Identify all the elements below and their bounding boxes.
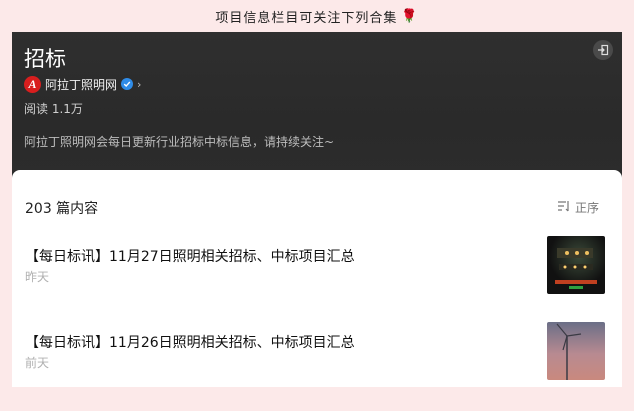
rose-icon: 🌹 bbox=[401, 8, 419, 24]
article-thumbnail bbox=[547, 236, 605, 294]
collection-description: 阿拉丁照明网会每日更新行业招标中标信息，请持续关注~ bbox=[24, 135, 335, 149]
article-date: 前天 bbox=[25, 356, 50, 370]
list-item[interactable]: 【每日标讯】11月27日照明相关招标、中标项目汇总 昨天 bbox=[12, 230, 622, 294]
exit-icon bbox=[597, 41, 609, 60]
collection-banner: 项目信息栏目可关注下列合集 🌹 bbox=[0, 0, 634, 32]
collection-header: 招标 A 阿拉丁照明网 › 阅读 1.1万 阿拉丁照明网会每日更新行业招标中标信… bbox=[12, 32, 622, 182]
article-list: 203 篇内容 正序 【每日标讯】11月27日照明相关招标、中标项目汇总 昨天 bbox=[12, 170, 622, 387]
article-count: 203 篇内容 bbox=[25, 201, 99, 217]
sort-icon bbox=[557, 200, 571, 215]
chevron-right-icon: › bbox=[137, 77, 142, 91]
article-thumbnail bbox=[547, 322, 605, 380]
verified-icon bbox=[121, 78, 134, 90]
sort-label: 正序 bbox=[575, 201, 600, 215]
exit-button[interactable] bbox=[593, 40, 613, 60]
account-logo: A bbox=[24, 75, 41, 93]
list-item[interactable]: 【每日标讯】11月26日照明相关招标、中标项目汇总 前天 bbox=[12, 316, 622, 380]
account-link[interactable]: A 阿拉丁照明网 › bbox=[24, 75, 141, 93]
article-title: 【每日标讯】11月26日照明相关招标、中标项目汇总 bbox=[25, 335, 355, 351]
collection-card: 招标 A 阿拉丁照明网 › 阅读 1.1万 阿拉丁照明网会每日更新行业招标中标信… bbox=[12, 32, 622, 387]
banner-text: 项目信息栏目可关注下列合集 bbox=[215, 10, 398, 26]
article-date: 昨天 bbox=[25, 270, 50, 284]
read-count: 阅读 1.1万 bbox=[24, 102, 83, 116]
sort-toggle[interactable]: 正序 bbox=[557, 199, 599, 216]
collection-title: 招标 bbox=[24, 47, 66, 71]
article-title: 【每日标讯】11月27日照明相关招标、中标项目汇总 bbox=[25, 249, 355, 265]
account-name: 阿拉丁照明网 bbox=[45, 77, 118, 92]
